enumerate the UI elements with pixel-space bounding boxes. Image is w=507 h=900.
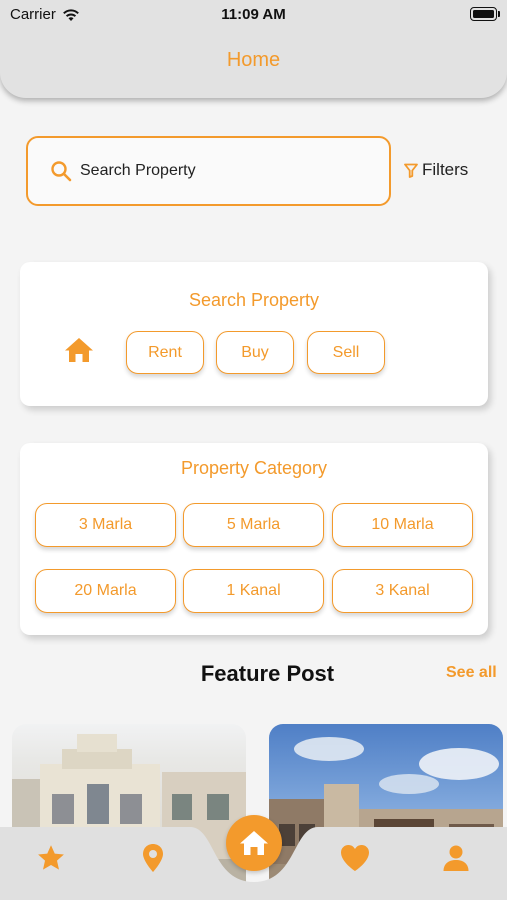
search-input[interactable] <box>80 162 360 180</box>
filter-icon <box>404 163 418 178</box>
star-icon[interactable] <box>36 843 66 873</box>
property-category-card: Property Category 3 Marla 5 Marla 10 Mar… <box>20 443 488 635</box>
category-1-kanal[interactable]: 1 Kanal <box>183 569 324 613</box>
search-icon <box>51 161 72 182</box>
category-3-marla[interactable]: 3 Marla <box>35 503 176 547</box>
category-10-marla[interactable]: 10 Marla <box>332 503 473 547</box>
location-pin-icon[interactable] <box>141 843 165 873</box>
search-field[interactable] <box>26 136 391 206</box>
feature-post-title: Feature Post <box>200 661 335 686</box>
user-icon[interactable] <box>442 844 470 872</box>
heart-icon[interactable] <box>339 843 371 873</box>
page-title: Home <box>226 49 281 71</box>
category-5-marla[interactable]: 5 Marla <box>183 503 324 547</box>
buy-button[interactable]: Buy <box>216 331 294 374</box>
category-20-marla[interactable]: 20 Marla <box>35 569 176 613</box>
home-nav-button[interactable] <box>226 815 282 871</box>
search-property-card: Search Property Rent Buy Sell <box>20 262 488 406</box>
status-time: 11:09 AM <box>221 6 286 23</box>
filters-label: Filters <box>422 160 469 179</box>
rent-button[interactable]: Rent <box>126 331 204 374</box>
category-3-kanal[interactable]: 3 Kanal <box>332 569 473 613</box>
battery-icon <box>470 7 500 21</box>
home-icon <box>65 338 93 362</box>
app-header: Carrier 11:09 AM Home <box>0 0 507 98</box>
status-bar: Carrier 11:09 AM <box>0 0 507 30</box>
filters-button[interactable]: Filters <box>404 160 468 180</box>
sell-button[interactable]: Sell <box>307 331 385 374</box>
home-icon <box>240 831 268 855</box>
search-property-title: Search Property <box>188 290 320 310</box>
property-category-title: Property Category <box>180 458 328 478</box>
see-all-link[interactable]: See all <box>446 664 497 682</box>
